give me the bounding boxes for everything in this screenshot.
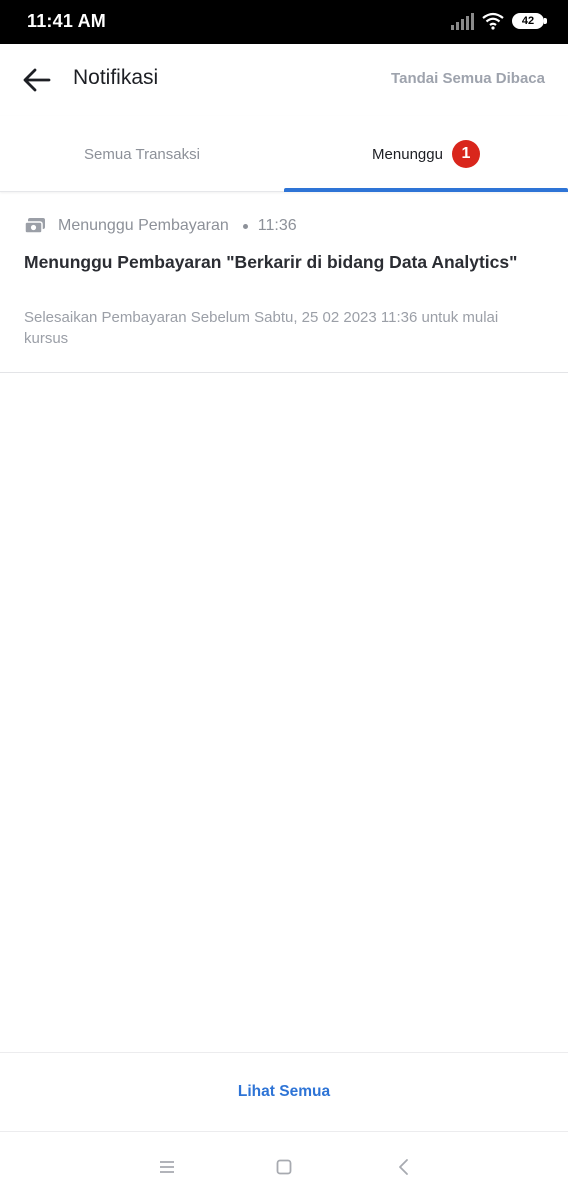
- footer-bar: Lihat Semua: [0, 1052, 568, 1132]
- battery-level: 42: [521, 14, 535, 27]
- menu-icon[interactable]: [155, 1155, 179, 1179]
- arrow-left-icon[interactable]: [22, 66, 52, 94]
- active-tab-indicator: [284, 188, 568, 192]
- notification-title: Menunggu Pembayaran "Berkarir di bidang …: [24, 252, 518, 272]
- mark-all-read-button[interactable]: Tandai Semua Dibaca: [391, 70, 545, 87]
- page-title: Notifikasi: [73, 66, 159, 89]
- battery-icon: 42: [512, 13, 547, 29]
- tab-label: Menunggu: [372, 145, 443, 163]
- money-icon: [24, 218, 45, 234]
- back-icon[interactable]: [392, 1155, 416, 1179]
- notification-description: Selesaikan Pembayaran Sebelum Sabtu, 25 …: [24, 309, 499, 347]
- status-time: 11:41 AM: [27, 11, 106, 31]
- wifi-icon: [482, 12, 504, 30]
- notification-item[interactable]: Menunggu Pembayaran 11:36 Menunggu Pemba…: [0, 193, 568, 373]
- count-badge: 1: [451, 140, 480, 168]
- tab-waiting[interactable]: Menunggu 1: [284, 116, 568, 192]
- notification-time: 11:36: [257, 217, 297, 234]
- tab-all-transactions[interactable]: Semua Transaksi: [0, 116, 284, 192]
- separator-dot: [242, 223, 248, 229]
- system-nav-bar: [0, 1133, 568, 1200]
- status-icons: 42: [451, 12, 547, 30]
- tab-label: Semua Transaksi: [84, 145, 200, 163]
- tab-bar: Semua Transaksi Menunggu 1: [0, 116, 568, 192]
- home-icon[interactable]: [272, 1155, 296, 1179]
- app-bar: Notifikasi Tandai Semua Dibaca: [0, 44, 568, 116]
- see-all-link[interactable]: Lihat Semua: [238, 1083, 330, 1101]
- notification-category: Menunggu Pembayaran: [58, 217, 229, 234]
- signal-icon: [451, 12, 474, 30]
- status-bar: 11:41 AM 42: [0, 0, 568, 44]
- notification-meta: Menunggu Pembayaran 11:36: [24, 217, 297, 235]
